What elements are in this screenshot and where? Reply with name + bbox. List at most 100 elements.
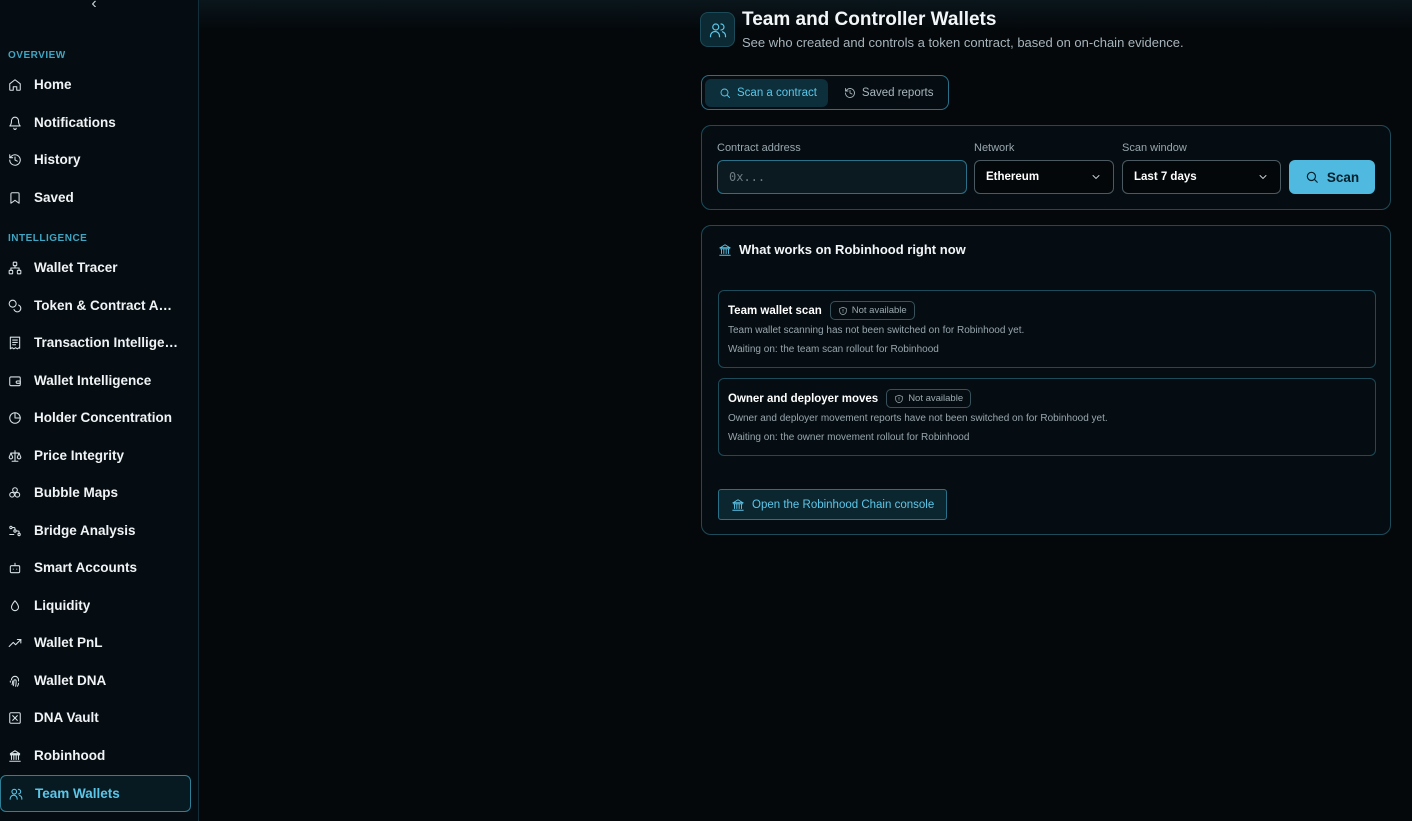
feature-waiting: Waiting on: the team scan rollout for Ro…: [728, 344, 939, 355]
sidebar-item-label: Wallet DNA: [34, 673, 107, 688]
scan-window-value: Last 7 days: [1134, 171, 1197, 183]
feature-owner-deployer-moves: Owner and deployer moves Not available O…: [718, 378, 1376, 456]
collapse-sidebar-button[interactable]: ‹: [86, 0, 102, 12]
network-icon: [8, 261, 22, 275]
pie-chart-icon: [8, 411, 22, 425]
scale-icon: [8, 449, 22, 463]
tab-label: Scan a contract: [737, 86, 817, 99]
wallet-icon: [8, 374, 22, 388]
tab-label: Saved reports: [861, 86, 934, 99]
sidebar-item-label: Bubble Maps: [34, 485, 119, 500]
tab-saved-reports[interactable]: Saved reports: [830, 79, 945, 107]
sidebar-item-label: History: [34, 152, 81, 167]
sidebar-item-label: Liquidity: [34, 598, 91, 613]
coins-icon: [8, 299, 22, 313]
robinhood-availability-card: What works on Robinhood right now Team w…: [701, 225, 1391, 535]
sidebar-item-label: Smart Accounts: [34, 560, 138, 575]
history-icon: [844, 87, 855, 98]
feature-name: Team wallet scan: [728, 304, 822, 317]
landmark-icon: [731, 498, 745, 511]
tab-scan-contract[interactable]: Scan a contract: [705, 78, 828, 107]
scan-window-label: Scan window: [1122, 142, 1187, 154]
fingerprint-icon: [8, 674, 22, 688]
bookmark-icon: [8, 191, 22, 205]
vault-icon: [8, 711, 22, 725]
sidebar-item-token-contract-analysis[interactable]: Token & Contract Anal...: [0, 287, 191, 324]
sidebar-item-dna-vault[interactable]: DNA Vault: [0, 699, 191, 736]
scan-button-label: Scan: [1326, 169, 1360, 185]
landmark-icon: [718, 243, 732, 256]
sidebar-item-team-wallets[interactable]: Team Wallets: [0, 775, 191, 812]
page-title: Team and Controller Wallets: [742, 9, 997, 30]
bridge-icon: [8, 524, 22, 538]
contract-address-input[interactable]: [717, 160, 967, 194]
sidebar-item-bubble-maps[interactable]: Bubble Maps: [0, 474, 191, 511]
sidebar-item-wallet-intelligence[interactable]: Wallet Intelligence: [0, 362, 191, 399]
feature-waiting: Waiting on: the owner movement rollout f…: [728, 432, 970, 443]
users-icon: [9, 787, 23, 801]
sidebar-item-home[interactable]: Home: [0, 66, 191, 103]
sidebar-item-price-integrity[interactable]: Price Integrity: [0, 437, 191, 474]
sidebar-item-holder-concentration[interactable]: Holder Concentration: [0, 399, 191, 436]
status-badge-label: Not available: [908, 393, 964, 404]
sidebar-item-label: Holder Concentration: [34, 410, 173, 425]
chevron-down-icon: [1259, 175, 1267, 180]
sidebar-item-notifications[interactable]: Notifications: [0, 104, 191, 141]
scan-window-select[interactable]: Last 7 days: [1122, 160, 1281, 194]
sidebar: ‹ OVERVIEW Home Notifications History Sa…: [0, 0, 199, 821]
sidebar-item-transaction-intelligence[interactable]: Transaction Intelligen...: [0, 324, 191, 361]
sidebar-item-label: Wallet Tracer: [34, 260, 118, 275]
shield-alert-icon: [895, 394, 903, 403]
home-icon: [8, 78, 22, 92]
sidebar-item-label: Bridge Analysis: [34, 523, 136, 538]
feature-header: Owner and deployer moves Not available: [728, 389, 972, 408]
history-icon: [8, 153, 22, 167]
sidebar-item-label: Price Integrity: [34, 448, 125, 463]
sidebar-item-label: DNA Vault: [34, 710, 99, 725]
sidebar-item-saved[interactable]: Saved: [0, 179, 191, 216]
scan-button[interactable]: Scan: [1289, 160, 1375, 194]
shield-alert-icon: [839, 306, 847, 315]
status-badge: Not available: [829, 301, 915, 320]
chevron-left-icon: ‹: [91, 0, 97, 12]
sidebar-item-label: Wallet PnL: [34, 635, 103, 650]
sidebar-item-wallet-pnl[interactable]: Wallet PnL: [0, 624, 191, 661]
bot-icon: [8, 561, 22, 575]
feature-name: Owner and deployer moves: [728, 392, 879, 405]
status-badge: Not available: [886, 389, 972, 408]
tab-bar: Scan a contract Saved reports: [701, 75, 949, 110]
sidebar-item-history[interactable]: History: [0, 141, 191, 178]
section-label-overview: OVERVIEW: [8, 50, 66, 61]
sidebar-item-label: Wallet Intelligence: [34, 373, 152, 388]
search-icon: [720, 88, 730, 98]
open-robinhood-console-button[interactable]: Open the Robinhood Chain console: [718, 489, 948, 520]
chevron-down-icon: [1092, 175, 1100, 180]
section-label-intelligence: INTELLIGENCE: [8, 233, 88, 244]
network-select[interactable]: Ethereum: [974, 160, 1114, 194]
page-subtitle: See who created and controls a token con…: [742, 35, 1184, 50]
bell-icon: [8, 116, 22, 130]
search-icon: [1306, 171, 1318, 183]
sidebar-item-label: Token & Contract Anal...: [34, 298, 180, 313]
network-value: Ethereum: [986, 171, 1040, 183]
card-title: What works on Robinhood right now: [718, 242, 966, 257]
sidebar-item-label: Home: [34, 77, 72, 92]
sidebar-item-bridge-analysis[interactable]: Bridge Analysis: [0, 512, 191, 549]
sidebar-item-label: Saved: [34, 190, 74, 205]
landmark-icon: [8, 749, 22, 763]
feature-header: Team wallet scan Not available: [728, 301, 915, 320]
sidebar-item-smart-accounts[interactable]: Smart Accounts: [0, 549, 191, 586]
console-button-label: Open the Robinhood Chain console: [752, 498, 935, 511]
sidebar-item-liquidity[interactable]: Liquidity: [0, 587, 191, 624]
feature-description: Team wallet scanning has not been switch…: [728, 325, 1025, 336]
sidebar-item-robinhood[interactable]: Robinhood: [0, 737, 191, 774]
scan-form-card: Contract address Network Ethereum Scan w…: [701, 125, 1391, 210]
receipt-icon: [8, 336, 22, 350]
sidebar-item-label: Robinhood: [34, 748, 106, 763]
feature-description: Owner and deployer movement reports have…: [728, 413, 1108, 424]
sidebar-item-wallet-dna[interactable]: Wallet DNA: [0, 662, 191, 699]
sidebar-item-label: Notifications: [34, 115, 116, 130]
sidebar-item-label: Transaction Intelligen...: [34, 335, 180, 350]
bubbles-icon: [8, 486, 22, 500]
sidebar-item-wallet-tracer[interactable]: Wallet Tracer: [0, 249, 191, 286]
